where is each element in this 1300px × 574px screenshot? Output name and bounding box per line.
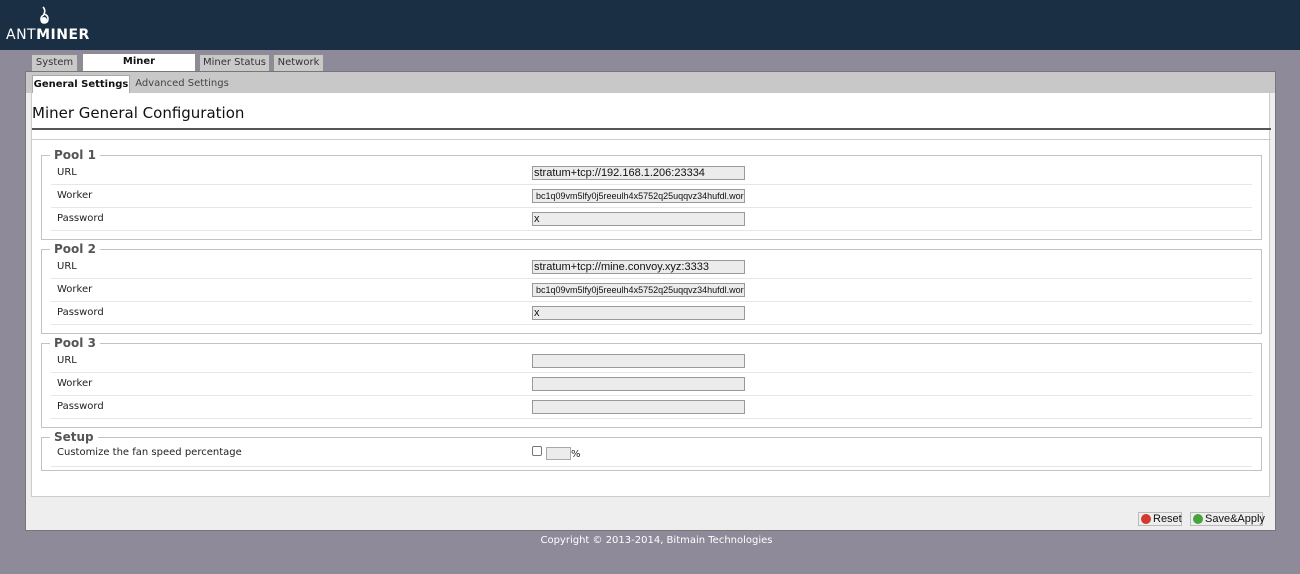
worker-label: Worker (57, 378, 93, 389)
title-divider (32, 128, 1271, 130)
antminer-logo: ANTMINER (6, 4, 89, 48)
pool-1-worker-row: Worker bc1q09vm5lfy0j5reeulh4x5752q25uqq… (51, 185, 1252, 208)
tab-advanced-settings[interactable]: Advanced Settings (134, 75, 230, 93)
tab-miner-configuration[interactable]: Miner Configuration (82, 53, 196, 83)
pool-1-fieldset: Pool 1 URL stratum+tcp://192.168.1.206:2… (41, 148, 1262, 240)
pool-1-legend: Pool 1 (54, 148, 96, 162)
save-apply-button[interactable]: Save&Apply (1190, 512, 1265, 526)
pool-1-worker-input[interactable]: bc1q09vm5lfy0j5reeulh4x5752q25uqqvz34huf… (532, 189, 745, 203)
setup-fieldset: Setup Customize the fan speed percentage… (41, 430, 1262, 471)
reset-icon (1141, 514, 1151, 524)
general-config-form: Pool 1 URL stratum+tcp://192.168.1.206:2… (32, 139, 1271, 497)
worker-label: Worker (57, 284, 93, 295)
pool-2-url-row: URL stratum+tcp://mine.convoy.xyz:3333 (51, 256, 1252, 279)
setup-legend: Setup (54, 430, 94, 444)
sub-tab-bar: General Settings Advanced Settings (26, 72, 1275, 93)
pool-3-fieldset: Pool 3 URL Worker Password (41, 336, 1262, 428)
reset-label: Reset (1153, 513, 1182, 525)
pool-2-legend: Pool 2 (54, 242, 96, 256)
pool-3-legend: Pool 3 (54, 336, 96, 350)
tab-network[interactable]: Network (273, 54, 324, 71)
top-header-bar: ANTMINER (0, 0, 1300, 50)
fan-speed-row: Customize the fan speed percentage % (51, 444, 1252, 467)
password-label: Password (57, 401, 104, 412)
pool-3-password-row: Password (51, 396, 1252, 419)
pool-1-password-row: Password x (51, 208, 1252, 231)
fan-speed-label: Customize the fan speed percentage (57, 447, 242, 458)
check-icon (1193, 514, 1203, 524)
percent-sign: % (571, 449, 581, 460)
password-label: Password (57, 307, 104, 318)
pool-2-fieldset: Pool 2 URL stratum+tcp://mine.convoy.xyz… (41, 242, 1262, 334)
content-area: Miner General Configuration Pool 1 URL s… (31, 93, 1271, 497)
pool-2-password-row: Password x (51, 302, 1252, 325)
tab-miner-status[interactable]: Miner Status (199, 54, 270, 71)
pool-3-password-input[interactable] (532, 400, 745, 414)
worker-label: Worker (57, 190, 93, 201)
footer-copyright: Copyright © 2013-2014, Bitmain Technolog… (540, 535, 773, 546)
pool-3-worker-input[interactable] (532, 377, 745, 391)
url-label: URL (57, 355, 77, 366)
pool-3-url-row: URL (51, 350, 1252, 373)
url-label: URL (57, 167, 77, 178)
logo-wordmark: ANTMINER (6, 27, 90, 43)
fan-speed-input[interactable] (546, 447, 571, 460)
pool-1-url-input[interactable]: stratum+tcp://192.168.1.206:23334 (532, 166, 745, 180)
pool-2-password-input[interactable]: x (532, 306, 745, 320)
pool-2-worker-input[interactable]: bc1q09vm5lfy0j5reeulh4x5752q25uqqvz34huf… (532, 283, 745, 297)
pool-2-worker-row: Worker bc1q09vm5lfy0j5reeulh4x5752q25uqq… (51, 279, 1252, 302)
pool-3-worker-row: Worker (51, 373, 1252, 396)
tab-system[interactable]: System (31, 54, 78, 71)
pool-1-password-input[interactable]: x (532, 212, 745, 226)
pool-1-url-row: URL stratum+tcp://192.168.1.206:23334 (51, 162, 1252, 185)
pool-3-url-input[interactable] (532, 354, 745, 368)
fan-speed-checkbox[interactable] (532, 446, 542, 456)
page-title: Miner General Configuration (32, 104, 245, 122)
reset-button[interactable]: Reset (1138, 512, 1182, 526)
password-label: Password (57, 213, 104, 224)
save-apply-label: Save&Apply (1205, 513, 1265, 525)
pool-2-url-input[interactable]: stratum+tcp://mine.convoy.xyz:3333 (532, 260, 745, 274)
config-panel: General Settings Advanced Settings Miner… (25, 71, 1276, 531)
ant-logo-icon (40, 6, 49, 24)
tab-general-settings[interactable]: General Settings (32, 75, 130, 93)
url-label: URL (57, 261, 77, 272)
